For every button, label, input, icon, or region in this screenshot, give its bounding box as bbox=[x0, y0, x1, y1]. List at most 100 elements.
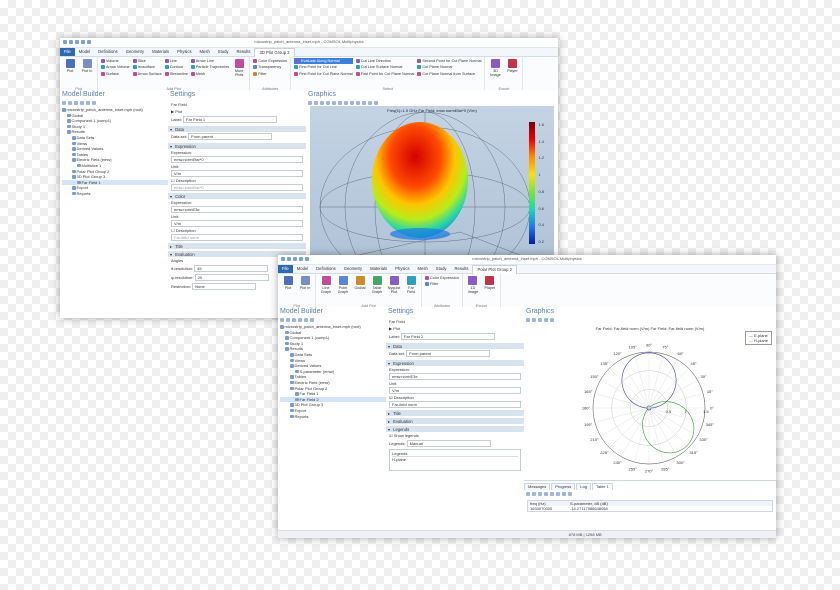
menu-geometry[interactable]: Geometry bbox=[122, 48, 148, 56]
show-legends-checkbox[interactable]: ☑ Show legends bbox=[386, 432, 524, 439]
menu-file[interactable]: File bbox=[60, 48, 75, 56]
menu-definitions[interactable]: Definitions bbox=[312, 265, 340, 273]
menu-results[interactable]: Results bbox=[451, 265, 473, 273]
label-input[interactable]: Far Field 1 bbox=[183, 116, 278, 123]
more-plots-button[interactable]: More Plots bbox=[232, 58, 246, 85]
menu-study[interactable]: Study bbox=[214, 48, 233, 56]
line-button[interactable]: Line bbox=[164, 58, 188, 64]
unit-select[interactable]: V/m bbox=[389, 387, 521, 394]
plot-button[interactable]: Plot bbox=[281, 275, 295, 307]
cut-plane-normal-button[interactable]: Cut Plane Normal bbox=[417, 65, 481, 71]
arrow-surface-button[interactable]: Arrow Surface bbox=[132, 71, 162, 77]
surface-button[interactable]: Surface bbox=[101, 71, 130, 77]
filter-button[interactable]: Filter bbox=[425, 282, 459, 288]
plot-in-button[interactable]: Plot In bbox=[298, 275, 312, 307]
arrow-volume-button[interactable]: Arrow Volume bbox=[101, 65, 130, 71]
menu-model[interactable]: Model bbox=[75, 48, 94, 56]
line-graph-button[interactable]: Line Graph bbox=[319, 275, 333, 307]
section-evaluation[interactable]: ▸ Evaluation bbox=[386, 418, 524, 424]
phi-input[interactable]: 20 bbox=[194, 274, 269, 281]
far-field-button[interactable]: Far Field bbox=[404, 275, 418, 307]
color-unit-select[interactable]: V/m bbox=[171, 220, 303, 227]
section-title[interactable]: ▸ Title bbox=[386, 410, 524, 416]
first-point-for-cut-plane-normal-button[interactable]: First Point for Cut Plane Normal bbox=[294, 71, 353, 77]
color-expression-button[interactable]: Color Expression bbox=[253, 58, 287, 64]
menu-materials[interactable]: Materials bbox=[148, 48, 173, 56]
mesh-button[interactable]: Mesh bbox=[190, 71, 229, 77]
legends-select[interactable]: Manual bbox=[406, 440, 491, 447]
description-checkbox[interactable]: ☑ Description bbox=[386, 394, 524, 401]
description-checkbox[interactable]: ☐ Description bbox=[168, 177, 306, 184]
menu-polar-plot-group-2[interactable]: Polar Plot Group 2 bbox=[472, 264, 517, 274]
evaluate-along-normal-button[interactable]: Evaluate Along Normal bbox=[294, 58, 353, 64]
filter-button[interactable]: Filter bbox=[253, 71, 287, 77]
first-point-for-cut-line-button[interactable]: First Point for Cut Line bbox=[294, 65, 353, 71]
section-title[interactable]: ▸ Title bbox=[168, 243, 306, 249]
label-input[interactable]: Far Field 2 bbox=[401, 333, 496, 340]
menu-physics[interactable]: Physics bbox=[173, 48, 195, 56]
tree-node-reports[interactable]: Reports bbox=[62, 191, 168, 197]
tab-log[interactable]: Log bbox=[576, 483, 591, 490]
unit-select[interactable]: V/m bbox=[171, 170, 303, 177]
player-button[interactable]: Player bbox=[483, 275, 497, 307]
first-point-for-cut-plane-normal-button[interactable]: First Point for Cut Plane Normal bbox=[355, 71, 414, 77]
menu-mesh[interactable]: Mesh bbox=[414, 265, 432, 273]
legends-row[interactable]: H-plane bbox=[392, 457, 518, 462]
description-input[interactable]: Far-field norm bbox=[389, 401, 521, 408]
plot-button[interactable]: ▶ Plot bbox=[168, 108, 306, 115]
cut-line-surface-normal-button[interactable]: Cut Line Surface Normal bbox=[355, 65, 415, 71]
menu-materials[interactable]: Materials bbox=[366, 265, 391, 273]
plot-in-button[interactable]: Plot In bbox=[80, 58, 94, 90]
menu-mesh[interactable]: Mesh bbox=[196, 48, 214, 56]
menu-geometry[interactable]: Geometry bbox=[340, 265, 366, 273]
expression-input[interactable]: emw.normEfar*0 bbox=[171, 156, 303, 163]
tree-node-reports[interactable]: Reports bbox=[280, 414, 386, 420]
dataset-select[interactable]: From parent bbox=[406, 350, 491, 357]
graphics-toolbar[interactable] bbox=[524, 318, 776, 324]
plot-button[interactable]: ▶ Plot bbox=[386, 325, 524, 332]
point-graph-button[interactable]: Point Graph bbox=[336, 275, 350, 307]
nyquist-plot-button[interactable]: Nyquist Plot bbox=[387, 275, 401, 307]
particle-trajectories-button[interactable]: Particle Trajectories bbox=[190, 65, 229, 71]
menu-model[interactable]: Model bbox=[293, 265, 312, 273]
contour-button[interactable]: Contour bbox=[164, 65, 188, 71]
image-button[interactable]: 1D Image bbox=[466, 275, 480, 307]
player-button[interactable]: Player bbox=[505, 58, 519, 90]
cut-plane-normal-from-surface-button[interactable]: Cut Plane Normal from Surface bbox=[417, 71, 481, 77]
menu-physics[interactable]: Physics bbox=[391, 265, 413, 273]
expression-input[interactable]: emw.normE3e bbox=[389, 373, 521, 380]
image-button[interactable]: 3D Image bbox=[488, 58, 502, 90]
description-input[interactable]: emw.normEfar*0 bbox=[171, 184, 303, 191]
global-button[interactable]: Global bbox=[353, 275, 367, 307]
theta-input[interactable]: 45 bbox=[194, 265, 269, 272]
arrow-line-button[interactable]: Arrow Line bbox=[190, 58, 229, 64]
restriction-select[interactable]: None bbox=[192, 283, 257, 290]
color-expression-button[interactable]: Color Expression bbox=[425, 275, 459, 281]
menu-results[interactable]: Results bbox=[233, 48, 255, 56]
streamline-button[interactable]: Streamline bbox=[164, 71, 188, 77]
menu-3d-plot-group-3[interactable]: 3D Plot Group 3 bbox=[254, 47, 295, 57]
volume-button[interactable]: Volume bbox=[101, 58, 130, 64]
description-checkbox-2[interactable]: ☐ Description bbox=[168, 227, 306, 234]
tab-progress[interactable]: Progress bbox=[551, 483, 576, 490]
menu-study[interactable]: Study bbox=[432, 265, 451, 273]
table-toolbar[interactable] bbox=[524, 492, 776, 498]
tab-table-1[interactable]: Table 1 bbox=[591, 483, 613, 490]
menu-file[interactable]: File bbox=[278, 265, 293, 273]
color-expression-input[interactable]: emw.normE3e bbox=[171, 206, 303, 213]
graphics-panel: Graphics Far Field: Far-field norm (V/m)… bbox=[524, 307, 776, 531]
legends-table[interactable]: Legends H-plane bbox=[389, 449, 521, 471]
color-description-input[interactable]: Far-field norm bbox=[171, 234, 303, 241]
cut-line-direction-button[interactable]: Cut Line Direction bbox=[355, 58, 415, 64]
slice-button[interactable]: Slice bbox=[132, 58, 162, 64]
transparency-button[interactable]: Transparency bbox=[253, 65, 287, 71]
second-point-for-cut-plane-normal-button[interactable]: Second Point for Cut Plane Normal bbox=[417, 58, 481, 64]
dataset-caption: Data set: bbox=[171, 134, 188, 139]
plot-button[interactable]: Plot bbox=[63, 58, 77, 90]
tab-messages[interactable]: Messages bbox=[524, 483, 551, 490]
isosurface-button[interactable]: Isosurface bbox=[132, 65, 162, 71]
dataset-select[interactable]: From parent bbox=[188, 133, 273, 140]
table-graph-button[interactable]: Table Graph bbox=[370, 275, 384, 307]
table-row[interactable]: 1633070000 -14.27117986648058 bbox=[528, 506, 772, 511]
menu-definitions[interactable]: Definitions bbox=[94, 48, 122, 56]
